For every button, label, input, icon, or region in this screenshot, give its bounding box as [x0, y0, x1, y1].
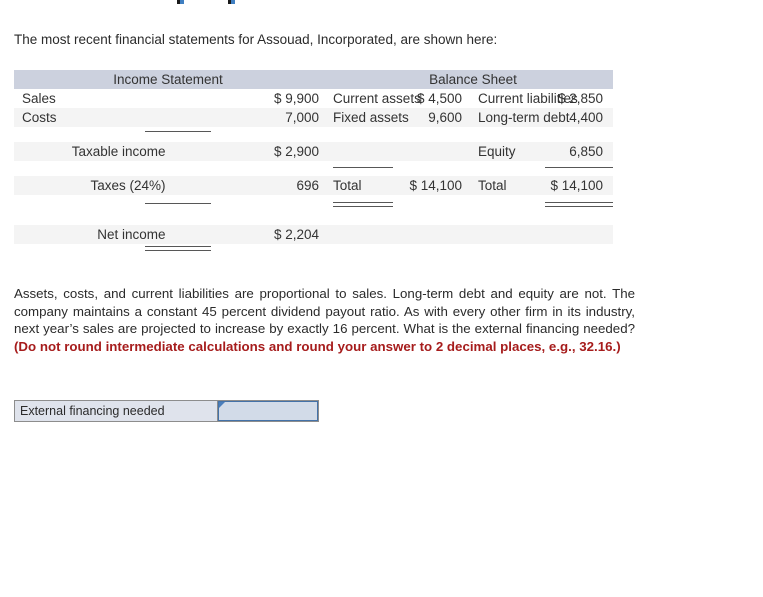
- liability-label-current-liabilities: Current liabilities: [470, 89, 578, 108]
- table-row: Taxable income $ 2,900 Equity 6,850: [14, 142, 613, 161]
- external-financing-needed-input[interactable]: [218, 401, 318, 421]
- asset-label-current-assets: Current assets: [327, 89, 421, 108]
- table-spacer-row: [14, 195, 613, 210]
- income-value-taxable-income: $ 2,900: [170, 142, 328, 161]
- income-label-net-income: Net income: [14, 225, 171, 244]
- table-row: Net income $ 2,204: [14, 225, 613, 244]
- subtotal-rule-income-taxes: [145, 203, 211, 204]
- table-spacer-row: [14, 244, 613, 259]
- liability-value-total: $ 14,100: [541, 176, 613, 195]
- question-text: Assets, costs, and current liabilities a…: [14, 285, 635, 355]
- table-spacer-row: [14, 210, 613, 225]
- answer-label: External financing needed: [15, 401, 218, 421]
- clipped-text-fragment: [177, 0, 184, 4]
- table-spacer-row: [14, 127, 613, 142]
- income-label-taxes: Taxes (24%): [14, 176, 171, 195]
- asset-value-blank: [398, 142, 470, 161]
- income-label-taxable-income: Taxable income: [14, 142, 171, 161]
- liability-label-equity: Equity: [470, 142, 542, 161]
- total-rule-liabilities: [545, 202, 613, 207]
- financial-statements-table: Income Statement Balance Sheet Sales $ 9…: [14, 70, 613, 259]
- income-statement-header: Income Statement: [14, 70, 328, 89]
- total-rule-net-income: [145, 246, 211, 251]
- liability-value-equity: 6,850: [541, 142, 613, 161]
- clipped-text-fragment: [228, 0, 235, 4]
- subtotal-rule-liab-total: [545, 167, 613, 168]
- balance-sheet-header: Balance Sheet: [327, 70, 613, 89]
- table-spacer-row: [14, 161, 613, 176]
- asset-label-total: Total: [327, 176, 399, 195]
- liability-label-total: Total: [470, 176, 542, 195]
- table-row: Sales $ 9,900 Current assets $ 4,500 Cur…: [14, 89, 613, 108]
- table-row: Taxes (24%) 696 Total $ 14,100 Total $ 1…: [14, 176, 613, 195]
- subtotal-rule-assets-total: [333, 167, 393, 168]
- asset-value-fixed-assets: 9,600: [398, 108, 470, 127]
- asset-label-blank: [327, 142, 399, 161]
- income-value-net-income: $ 2,204: [170, 225, 328, 244]
- income-value-costs: 7,000: [170, 108, 328, 127]
- liability-label-long-term-debt: Long-term debt: [470, 108, 570, 127]
- answer-input-wrapper: [218, 401, 318, 421]
- answer-row: External financing needed: [14, 400, 319, 422]
- income-value-taxes: 696: [170, 176, 328, 195]
- subtotal-rule-income-costs: [145, 131, 211, 132]
- income-label-costs: Costs: [14, 108, 171, 127]
- total-rule-assets: [333, 202, 393, 207]
- intro-text: The most recent financial statements for…: [14, 32, 498, 47]
- income-label-sales: Sales: [14, 89, 171, 108]
- asset-label-fixed-assets: Fixed assets: [327, 108, 409, 127]
- question-body: Assets, costs, and current liabilities a…: [14, 286, 635, 337]
- table-header-row: Income Statement Balance Sheet: [14, 70, 613, 89]
- income-value-sales: $ 9,900: [170, 89, 328, 108]
- asset-value-total: $ 14,100: [398, 176, 470, 195]
- table-row: Costs 7,000 Fixed assets 9,600 Long-term…: [14, 108, 613, 127]
- question-emphasis: (Do not round intermediate calculations …: [14, 338, 621, 354]
